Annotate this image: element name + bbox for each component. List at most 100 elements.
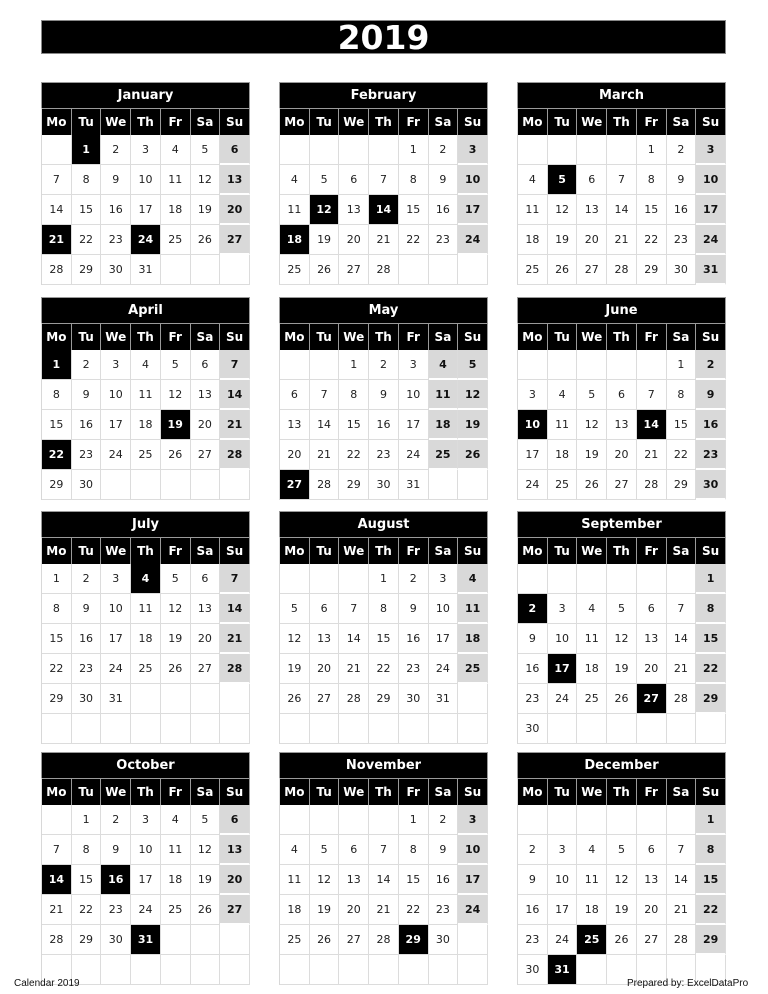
day-cell[interactable]: 10 [131,835,161,865]
weekend-day-cell[interactable]: 15 [696,624,726,654]
day-cell[interactable]: 20 [636,895,667,925]
day-cell[interactable]: 9 [71,594,102,624]
day-cell[interactable]: 8 [369,594,399,624]
day-cell[interactable]: 6 [339,165,370,195]
day-cell[interactable]: 14 [666,865,697,895]
day-cell[interactable]: 27 [190,654,221,684]
weekend-day-cell[interactable]: 4 [458,564,488,594]
holiday-day-cell[interactable]: 5 [547,165,578,195]
day-cell[interactable]: 3 [131,135,161,165]
day-cell[interactable]: 15 [369,624,399,654]
day-cell[interactable]: 15 [42,410,72,440]
day-cell[interactable]: 9 [428,835,459,865]
weekend-day-cell[interactable]: 25 [428,440,459,470]
day-cell[interactable]: 26 [160,654,191,684]
day-cell[interactable]: 19 [547,225,578,255]
day-cell[interactable]: 4 [160,805,191,835]
day-cell[interactable]: 3 [101,350,132,380]
day-cell[interactable]: 16 [518,895,548,925]
day-cell[interactable]: 22 [339,440,370,470]
day-cell[interactable]: 12 [160,380,191,410]
day-cell[interactable]: 24 [398,440,429,470]
day-cell[interactable]: 17 [428,624,459,654]
day-cell[interactable]: 29 [42,684,72,714]
day-cell[interactable]: 17 [398,410,429,440]
day-cell[interactable]: 5 [160,350,191,380]
day-cell[interactable]: 9 [398,594,429,624]
day-cell[interactable]: 7 [369,835,399,865]
day-cell[interactable]: 2 [101,805,132,835]
weekend-day-cell[interactable]: 10 [458,165,488,195]
day-cell[interactable]: 7 [636,380,667,410]
day-cell[interactable]: 13 [309,624,340,654]
day-cell[interactable]: 11 [547,410,578,440]
day-cell[interactable]: 26 [547,255,578,285]
day-cell[interactable]: 28 [666,925,697,955]
day-cell[interactable]: 14 [309,410,340,440]
weekend-day-cell[interactable]: 20 [220,195,250,225]
weekend-day-cell[interactable]: 18 [428,410,459,440]
day-cell[interactable]: 22 [71,225,102,255]
weekend-day-cell[interactable]: 21 [220,410,250,440]
weekend-day-cell[interactable]: 31 [696,255,726,285]
day-cell[interactable]: 8 [666,380,697,410]
day-cell[interactable]: 25 [280,925,310,955]
day-cell[interactable]: 25 [160,225,191,255]
day-cell[interactable]: 9 [71,380,102,410]
weekend-day-cell[interactable]: 18 [458,624,488,654]
day-cell[interactable]: 21 [339,654,370,684]
day-cell[interactable]: 14 [607,195,637,225]
day-cell[interactable]: 24 [547,684,578,714]
holiday-day-cell[interactable]: 31 [547,955,578,985]
day-cell[interactable]: 15 [398,195,429,225]
holiday-day-cell[interactable]: 1 [42,350,72,380]
day-cell[interactable]: 9 [518,865,548,895]
day-cell[interactable]: 22 [666,440,697,470]
day-cell[interactable]: 10 [547,865,578,895]
day-cell[interactable]: 17 [131,865,161,895]
weekend-day-cell[interactable]: 9 [696,380,726,410]
weekend-day-cell[interactable]: 16 [696,410,726,440]
day-cell[interactable]: 24 [547,925,578,955]
weekend-day-cell[interactable]: 23 [696,440,726,470]
holiday-day-cell[interactable]: 29 [398,925,429,955]
day-cell[interactable]: 30 [101,255,132,285]
day-cell[interactable]: 13 [577,195,608,225]
day-cell[interactable]: 22 [398,895,429,925]
day-cell[interactable]: 13 [607,410,637,440]
day-cell[interactable]: 13 [636,865,667,895]
day-cell[interactable]: 9 [666,165,697,195]
day-cell[interactable]: 2 [428,135,459,165]
day-cell[interactable]: 10 [131,165,161,195]
day-cell[interactable]: 5 [190,805,221,835]
day-cell[interactable]: 28 [42,255,72,285]
day-cell[interactable]: 15 [71,195,102,225]
day-cell[interactable]: 22 [369,654,399,684]
day-cell[interactable]: 16 [71,624,102,654]
day-cell[interactable]: 6 [190,564,221,594]
day-cell[interactable]: 5 [577,380,608,410]
holiday-day-cell[interactable]: 4 [131,564,161,594]
weekend-day-cell[interactable]: 28 [220,654,250,684]
day-cell[interactable]: 29 [42,470,72,500]
day-cell[interactable]: 16 [428,865,459,895]
day-cell[interactable]: 12 [160,594,191,624]
day-cell[interactable]: 5 [309,835,340,865]
day-cell[interactable]: 8 [42,594,72,624]
weekend-day-cell[interactable]: 10 [458,835,488,865]
day-cell[interactable]: 18 [577,895,608,925]
day-cell[interactable]: 11 [518,195,548,225]
day-cell[interactable]: 20 [309,654,340,684]
day-cell[interactable]: 12 [607,865,637,895]
day-cell[interactable]: 29 [339,470,370,500]
day-cell[interactable]: 29 [636,255,667,285]
day-cell[interactable]: 14 [369,865,399,895]
day-cell[interactable]: 20 [339,895,370,925]
weekend-day-cell[interactable]: 19 [458,410,488,440]
weekend-day-cell[interactable]: 3 [696,135,726,165]
day-cell[interactable]: 16 [518,654,548,684]
weekend-day-cell[interactable]: 13 [220,835,250,865]
day-cell[interactable]: 21 [309,440,340,470]
day-cell[interactable]: 24 [518,470,548,500]
day-cell[interactable]: 6 [309,594,340,624]
